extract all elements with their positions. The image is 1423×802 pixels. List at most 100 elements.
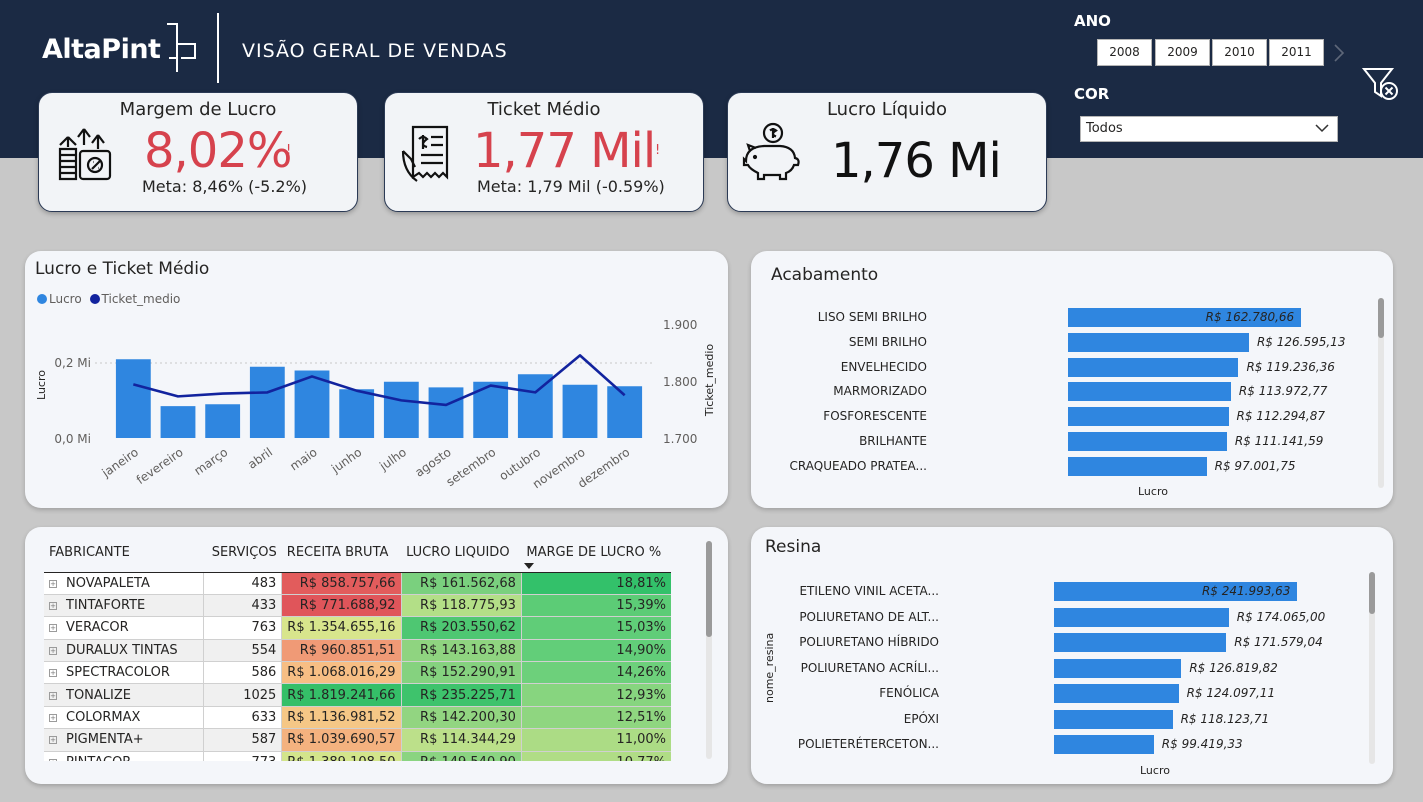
table-scrollbar[interactable] [706, 541, 712, 759]
receipt-hand-icon [401, 125, 449, 182]
fabricante-name: PIGMENTA+ [66, 732, 144, 748]
lucro-bar-agosto[interactable] [428, 387, 464, 438]
bar[interactable] [1054, 607, 1229, 627]
cell-lucro: R$ 114.344,29 [400, 728, 522, 752]
fabricante-name: COLORMAX [66, 710, 141, 726]
expand-row-icon[interactable]: + [49, 624, 57, 633]
col-header-receita[interactable]: RECEITA BRUTA [281, 541, 402, 573]
bar-label: POLIURETANO DE ALT... [799, 609, 939, 624]
expand-row-icon[interactable]: + [49, 736, 57, 745]
bar-label: ETILENO VINIL ACETA... [799, 584, 939, 598]
bar[interactable] [1054, 684, 1179, 703]
cell-fabricante: + VERACOR [44, 616, 204, 640]
lucro-bar-novembro[interactable] [562, 384, 598, 438]
year-option-2011[interactable]: 2011 [1269, 39, 1324, 66]
bar[interactable] [1068, 357, 1239, 377]
bar-value-label: R$ 126.819,82 [1189, 660, 1278, 675]
table-row[interactable]: + DURALUX TINTAS 554 R$ 960.851,51 R$ 143.16… [44, 639, 671, 663]
cell-receita: R$ 1.039.690,57 [281, 728, 402, 752]
cell-receita: R$ 960.851,51 [281, 639, 402, 663]
resina-scrollbar[interactable] [1369, 572, 1375, 764]
expand-row-icon[interactable]: + [49, 579, 57, 588]
expand-row-icon[interactable]: + [49, 691, 57, 700]
resina-title: Resina [765, 537, 822, 557]
bar-value-label: R$ 113.972,77 [1238, 384, 1328, 399]
expand-row-icon[interactable]: + [49, 669, 57, 678]
chevron-down-icon [1315, 124, 1329, 133]
bar[interactable] [1054, 658, 1182, 678]
cell-servicos: 587 [202, 728, 282, 752]
expand-row-icon[interactable]: + [49, 602, 57, 611]
table-row[interactable]: + TINTAFORTE 433 R$ 771.688,92 R$ 118.775,93… [44, 594, 671, 618]
col-header-margem-label: MARGE DE LUCRO % [526, 545, 662, 560]
bar[interactable] [1068, 432, 1227, 451]
kpi-ticket-title: Ticket Médio [487, 99, 601, 120]
kpi-ticket-value: 1,77 Mil [473, 123, 656, 179]
bar[interactable] [1068, 456, 1207, 476]
bar[interactable] [1068, 382, 1231, 402]
acabamento-title: Acabamento [771, 265, 879, 285]
acabamento-scrollbar[interactable] [1378, 298, 1384, 488]
bar[interactable] [1068, 332, 1249, 352]
expand-row-icon[interactable]: + [49, 758, 57, 761]
col-header-margem[interactable]: MARGE DE LUCRO % [521, 541, 671, 573]
color-slicer-label: COR [1074, 85, 1110, 103]
table-row[interactable]: + COLORMAX 633 R$ 1.136.981,52 R$ 142.200,30… [44, 706, 671, 730]
color-dropdown[interactable]: Todos [1080, 116, 1338, 142]
lucro-bar-junho[interactable] [339, 389, 375, 438]
col-header-fabricante[interactable]: FABRICANTE [44, 541, 204, 573]
x-tick-março: março [192, 445, 231, 478]
cell-servicos: 586 [202, 661, 282, 685]
cell-fabricante: + PINTACOR [44, 751, 204, 761]
resina-scroll-thumb[interactable] [1369, 572, 1375, 614]
expand-row-icon[interactable]: + [49, 646, 57, 655]
table-scroll-thumb[interactable] [706, 541, 712, 637]
year-option-2009[interactable]: 2009 [1155, 39, 1210, 66]
kpi-ticket-alert: ! [655, 143, 661, 158]
cell-lucro: R$ 161.562,68 [400, 572, 522, 595]
clear-filter-icon[interactable] [1362, 66, 1402, 104]
lucro-bar-março[interactable] [205, 404, 241, 438]
cell-lucro: R$ 142.200,30 [400, 706, 522, 730]
acabamento-scroll-thumb[interactable] [1378, 298, 1384, 338]
expand-row-icon[interactable]: + [49, 714, 57, 723]
table-row[interactable]: + TONALIZE 1025 R$ 1.819.241,66 R$ 235.225,7… [44, 683, 671, 707]
cell-servicos: 633 [202, 706, 282, 730]
bar[interactable] [1054, 735, 1154, 754]
cell-margem: 14,26% [520, 661, 671, 685]
bar[interactable] [1054, 709, 1173, 729]
cell-margem: 12,93% [520, 683, 671, 707]
cell-receita: R$ 1.136.981,52 [281, 706, 402, 730]
kpi-card-margin: Margem de Lucro 8,02% ! Meta: 8,46% (-5.… [38, 92, 358, 212]
cell-margem: 10,77% [520, 751, 671, 761]
lucro-bar-julho[interactable] [383, 381, 419, 438]
table-row[interactable]: + SPECTRACOLOR 586 R$ 1.068.016,29 R$ 152.29… [44, 661, 671, 685]
bar-label: EPÓXI [903, 711, 939, 726]
year-option-2008[interactable]: 2008 [1097, 39, 1152, 66]
bar[interactable] [1054, 633, 1227, 652]
fabricante-name: PINTACOR [66, 755, 131, 761]
cell-receita: R$ 1.819.241,66 [281, 683, 402, 707]
table-row[interactable]: + PINTACOR 773R$ 1.389.108,50R$ 149.540,90… [44, 751, 671, 761]
bar-label: POLIURETANO HÍBRIDO [799, 635, 939, 649]
fabricante-name: TINTAFORTE [66, 598, 146, 614]
bar-value-label: R$ 111.141,59 [1234, 434, 1324, 448]
kpi-net-title: Lucro Líquido [826, 99, 948, 120]
cell-margem: 14,90% [520, 639, 671, 663]
lucro-bar-abril[interactable] [249, 366, 285, 438]
lucro-bar-fevereiro[interactable] [160, 406, 196, 438]
kpi-ticket-target: Meta: 1,79 Mil (-0.59%) [477, 177, 665, 196]
fabricante-name: SPECTRACOLOR [66, 665, 170, 681]
col-header-servicos[interactable]: SERVIÇOS [203, 541, 282, 573]
table-row[interactable]: + PIGMENTA+ 587 R$ 1.039.690,57 R$ 114.344,2… [44, 728, 671, 752]
bar-value-label: R$ 241.993,63 [1201, 584, 1291, 598]
chevron-right-icon[interactable] [1333, 43, 1345, 63]
bar[interactable] [1068, 407, 1229, 427]
bar-value-label: R$ 119.236,36 [1246, 359, 1335, 374]
col-header-lucro[interactable]: LUCRO LIQUIDO [401, 541, 522, 573]
table-row[interactable]: + NOVAPALETA 483 R$ 858.757,66 R$ 161.562,68… [44, 572, 671, 595]
y-axis-left-title: Lucro [35, 370, 48, 400]
table-row[interactable]: + VERACOR 763 R$ 1.354.655,16 R$ 203.550,62 1… [44, 616, 671, 640]
lucro-bar-janeiro[interactable] [115, 359, 151, 438]
year-option-2010[interactable]: 2010 [1212, 39, 1267, 66]
